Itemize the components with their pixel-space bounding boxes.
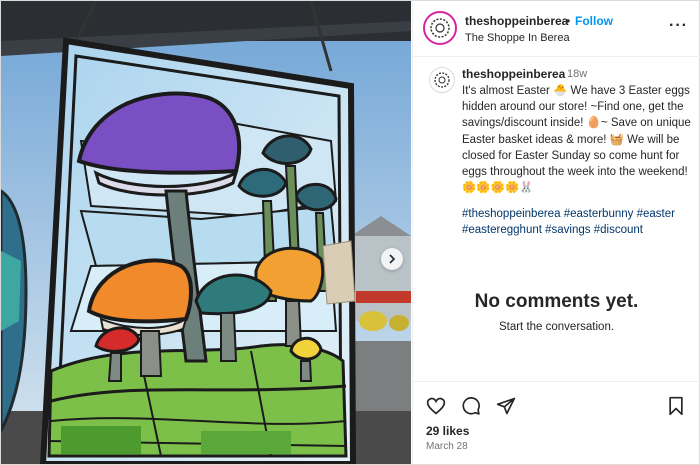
hashtag-link[interactable]: #easterbunny — [564, 208, 634, 220]
separator-dot: • — [566, 14, 571, 28]
caption-avatar[interactable] — [429, 67, 455, 93]
action-bar: 29 likes March 28 — [413, 381, 700, 464]
avatar[interactable] — [423, 11, 457, 45]
no-comments-subtitle: Start the conversation. — [498, 321, 615, 333]
caption-username[interactable]: theshoppeinberea — [462, 67, 565, 81]
heart-icon[interactable] — [426, 396, 446, 416]
chevron-right-icon — [389, 254, 396, 264]
hashtag-link[interactable]: #savings — [545, 224, 590, 236]
comment-icon[interactable] — [461, 396, 481, 416]
more-options-icon[interactable]: ··· — [669, 18, 688, 34]
hashtag-list: #theshoppeinberea #easterbunny #easter #… — [462, 206, 694, 238]
shop-logo-icon — [426, 14, 454, 42]
shop-logo-icon — [431, 69, 453, 91]
header-username[interactable]: theshoppeinberea — [465, 14, 568, 28]
post-timestamp[interactable]: 18w — [567, 68, 587, 80]
post-caption: It's almost Easter 🐣 We have 3 Easter eg… — [462, 85, 695, 195]
share-icon[interactable] — [496, 396, 516, 416]
header-subtitle[interactable]: The Shoppe In Berea — [465, 32, 570, 44]
bookmark-icon[interactable] — [666, 396, 686, 416]
post-image[interactable] — [1, 1, 411, 464]
next-image-button[interactable] — [381, 248, 403, 270]
no-comments-title: No comments yet. — [474, 291, 639, 312]
stained-glass-mushroom-photo — [1, 1, 411, 464]
hashtag-link[interactable]: #discount — [594, 224, 643, 236]
hashtag-link[interactable]: #theshoppeinberea — [462, 208, 560, 220]
post-header: theshoppeinberea • Follow The Shoppe In … — [413, 1, 700, 57]
likes-count[interactable]: 29 likes — [426, 424, 469, 438]
hashtag-link[interactable]: #easteregghunt — [462, 224, 542, 236]
hashtag-link[interactable]: #easter — [637, 208, 675, 220]
post-date: March 28 — [426, 441, 468, 452]
post-details-panel: theshoppeinberea • Follow The Shoppe In … — [412, 1, 700, 464]
follow-button[interactable]: Follow — [575, 14, 613, 28]
